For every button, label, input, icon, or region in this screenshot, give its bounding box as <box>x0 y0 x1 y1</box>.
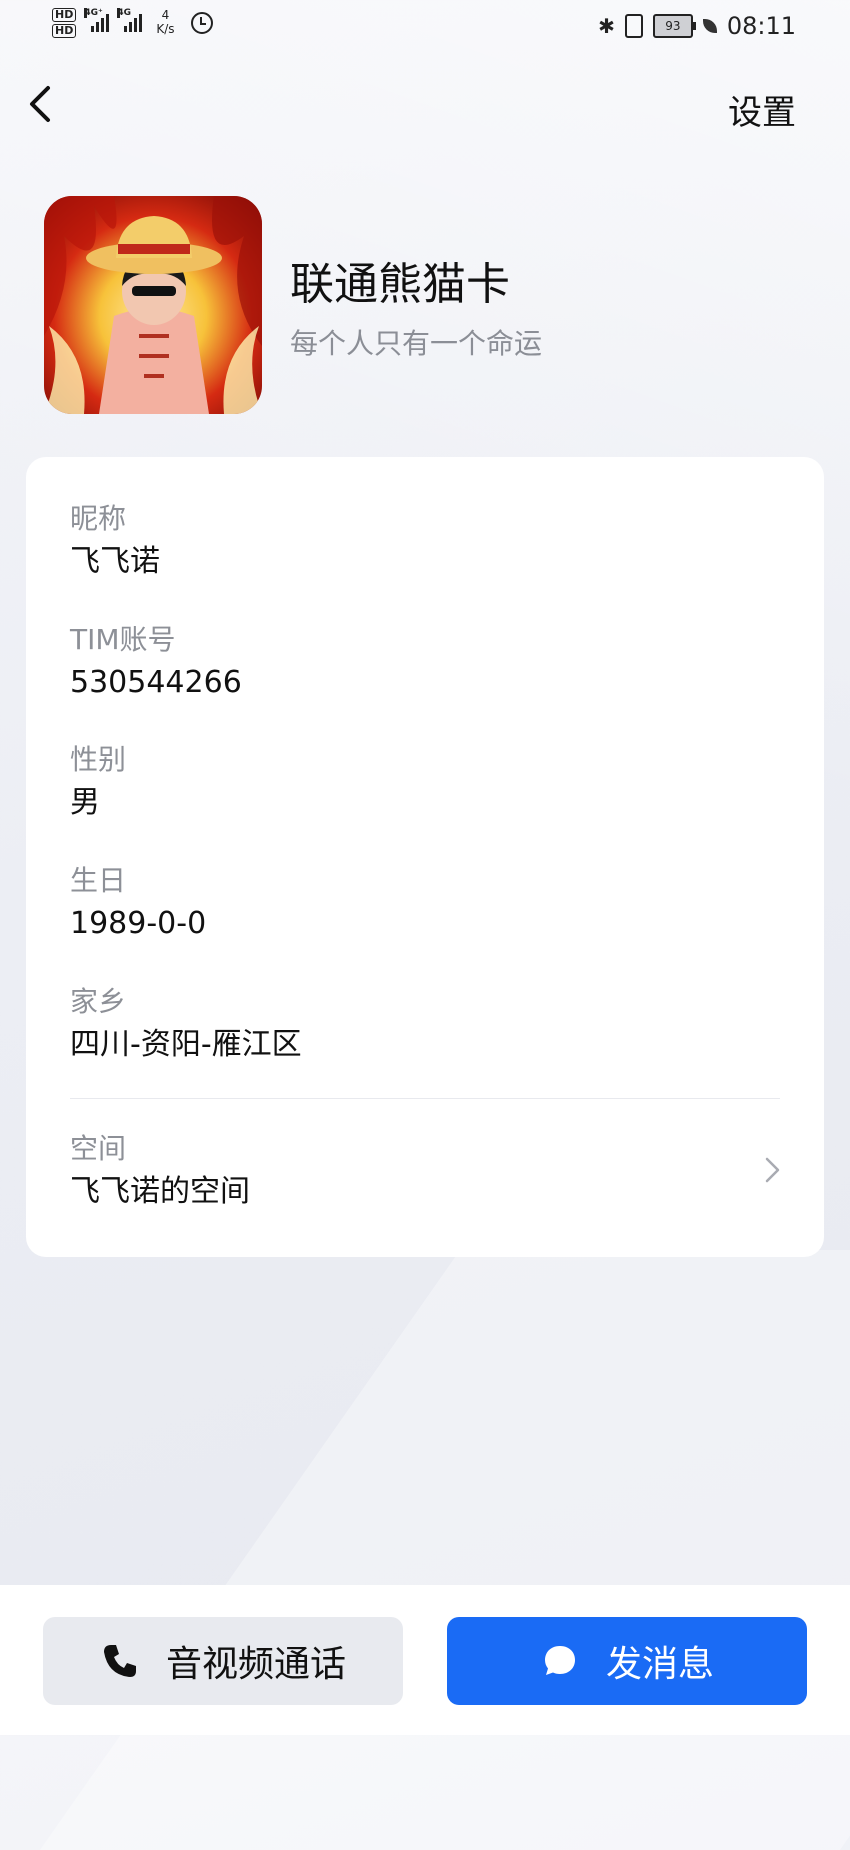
vibrate-icon <box>624 14 643 38</box>
divider <box>70 1098 780 1099</box>
status-left: HD HD 4G⁺ 4G 4 K/s <box>52 8 213 38</box>
battery-icon: 93 <box>652 14 696 38</box>
field-label: 昵称 <box>70 502 127 535</box>
power-saving-icon <box>702 19 717 33</box>
send-message-label: 发消息 <box>605 1644 714 1685</box>
settings-button[interactable]: 设置 <box>728 85 796 134</box>
back-button[interactable] <box>20 82 64 126</box>
field-nickname: 昵称 飞飞诺 <box>70 499 160 583</box>
field-label: 性别 <box>70 743 127 776</box>
avatar-image <box>44 196 262 414</box>
field-account: TIM账号 530544266 <box>70 620 242 704</box>
field-label: TIM账号 <box>70 623 176 656</box>
clock: 08:11 <box>726 12 796 40</box>
field-value: 男 <box>70 785 100 820</box>
field-label: 生日 <box>70 864 127 897</box>
speed-value: 4 <box>161 8 170 22</box>
field-value: 飞飞诺 <box>70 544 160 579</box>
bluetooth-icon: ✱ <box>598 14 615 38</box>
video-call-label: 音视频通话 <box>165 1644 346 1685</box>
chat-bubble-icon <box>544 1646 575 1675</box>
profile-signature: 每个人只有一个命运 <box>290 327 543 360</box>
bottom-action-bar: 音视频通话 发消息 <box>0 1585 850 1735</box>
background-shape <box>39 1250 850 1850</box>
signal-icon-sim1: 4G⁺ <box>84 8 110 32</box>
field-gender: 性别 男 <box>70 740 126 824</box>
avatar[interactable] <box>44 196 262 414</box>
field-value: 1989-0-0 <box>70 906 207 941</box>
phone-icon <box>103 1645 136 1677</box>
field-label: 空间 <box>70 1132 127 1165</box>
network-type: 4G⁺ <box>84 8 103 18</box>
speed-unit: K/s <box>156 22 175 36</box>
space-row[interactable]: 空间 飞飞诺的空间 <box>70 1129 780 1213</box>
video-call-button[interactable]: 音视频通话 <box>43 1617 403 1705</box>
status-bar: HD HD 4G⁺ 4G 4 K/s ✱ 93 08:11 <box>0 0 850 52</box>
field-birthday: 生日 1989-0-0 <box>70 861 206 945</box>
profile-nickname: 联通熊猫卡 <box>290 259 510 310</box>
field-value: 飞飞诺的空间 <box>70 1174 250 1209</box>
field-label: 家乡 <box>70 985 127 1018</box>
alarm-icon <box>190 12 213 34</box>
status-right: ✱ 93 08:11 <box>598 12 796 40</box>
network-type: 4G <box>117 8 131 18</box>
hd-indicators: HD HD <box>52 8 77 38</box>
signal-icon-sim2: 4G <box>117 8 143 32</box>
send-message-button[interactable]: 发消息 <box>447 1617 807 1705</box>
info-card: 昵称 飞飞诺 TIM账号 530544266 性别 男 生日 1989-0-0 … <box>26 457 824 1257</box>
field-value: 530544266 <box>70 665 242 700</box>
hd-icon: HD <box>52 8 77 22</box>
network-speed: 4 K/s <box>156 8 174 36</box>
chevron-right-icon <box>765 1157 780 1183</box>
field-hometown: 家乡 四川-资阳-雁江区 <box>70 982 302 1066</box>
chevron-left-icon <box>30 86 50 122</box>
field-value: 四川-资阳-雁江区 <box>70 1027 302 1062</box>
hd-icon: HD <box>52 24 77 38</box>
